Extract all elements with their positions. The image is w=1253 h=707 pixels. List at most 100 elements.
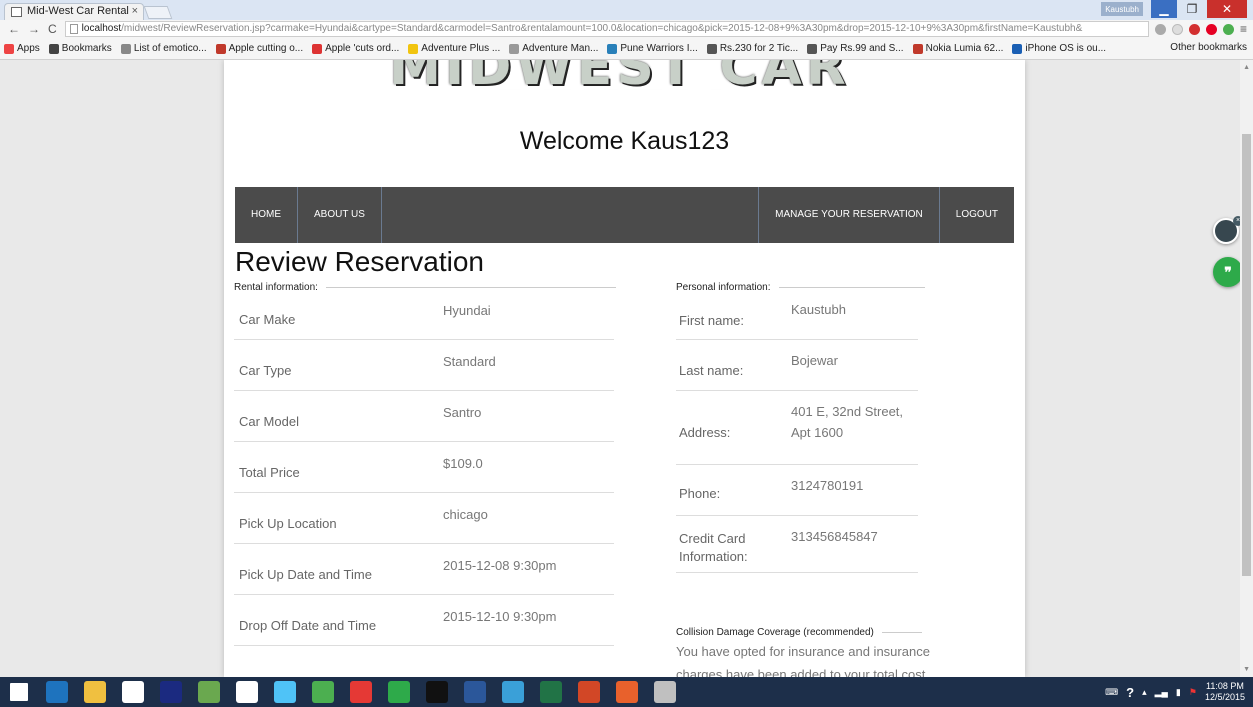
taskbar-app-icon[interactable]	[494, 677, 532, 707]
other-bookmarks[interactable]: Other bookmarks	[1170, 42, 1247, 53]
bookmark-item[interactable]: Pay Rs.99 and S...	[807, 43, 904, 54]
scrollbar-thumb[interactable]	[1242, 134, 1251, 576]
section-divider	[778, 287, 925, 288]
search-icon[interactable]	[1154, 23, 1166, 35]
bookmark-item[interactable]: Apple 'cuts ord...	[312, 43, 399, 54]
nav-buttons: ← → C	[0, 22, 65, 36]
bookmark-item[interactable]: Adventure Plus ...	[408, 43, 500, 54]
flag-icon[interactable]: ⚑	[1189, 687, 1197, 698]
start-button[interactable]	[0, 677, 38, 707]
taskbar-app-icon[interactable]	[76, 677, 114, 707]
adblock-icon[interactable]	[1188, 23, 1200, 35]
field-label: Car Type	[239, 363, 292, 378]
scroll-up-icon[interactable]: ▲	[1243, 64, 1250, 71]
taskbar-app-icon[interactable]	[342, 677, 380, 707]
keyboard-icon[interactable]: ⌨	[1105, 687, 1118, 698]
bookmark-item[interactable]: Rs.230 for 2 Tic...	[706, 43, 798, 54]
section-divider	[881, 632, 922, 633]
reload-icon[interactable]: C	[48, 22, 57, 36]
nav-home[interactable]: HOME	[235, 187, 298, 243]
taskbar-app-icon[interactable]	[38, 677, 76, 707]
bookmark-item[interactable]: Apps	[4, 43, 40, 54]
url-input[interactable]: localhost/midwest/ReviewReservation.jsp?…	[64, 21, 1149, 37]
back-arrow-icon[interactable]: ←	[8, 22, 20, 36]
bookmark-item[interactable]: iPhone OS is ou...	[1012, 43, 1106, 54]
taskbar-app-icon[interactable]	[456, 677, 494, 707]
nav-about[interactable]: ABOUT US	[298, 187, 382, 243]
signal-icon[interactable]: ▂▄	[1155, 687, 1168, 698]
site-logo: MIDWEST CAR RENTAL	[389, 60, 850, 90]
bookmark-item[interactable]: List of emotico...	[120, 43, 207, 54]
new-tab-button[interactable]	[143, 6, 173, 19]
app-glyph	[464, 681, 486, 703]
clock[interactable]: 11:08 PM 12/5/2015	[1205, 681, 1245, 703]
battery-icon[interactable]: ▮	[1176, 687, 1181, 698]
browser-tab-bar: Mid-West Car Rental × Kaustubh ▁ ❐ ✕	[0, 0, 1253, 20]
personal-field-row: Address: 401 E, 32nd Street, Apt 1600	[676, 391, 918, 465]
bookmark-item[interactable]: Pune Warriors I...	[607, 43, 698, 54]
help-icon[interactable]: ?	[1126, 685, 1134, 700]
rental-field-row: Pick Up Location chicago	[234, 493, 614, 544]
app-glyph	[578, 681, 600, 703]
bookmark-label: Pune Warriors I...	[620, 43, 698, 54]
taskbar-app-icon[interactable]	[266, 677, 304, 707]
field-value: Kaustubh	[791, 302, 846, 317]
nav-logout[interactable]: LOGOUT	[940, 187, 1014, 243]
bookmark-item[interactable]: Adventure Man...	[509, 43, 598, 54]
page-icon	[69, 24, 78, 34]
app-glyph	[312, 681, 334, 703]
pinterest-icon[interactable]	[1205, 23, 1217, 35]
tray-arrow-icon[interactable]: ▴	[1142, 687, 1147, 698]
app-glyph	[122, 681, 144, 703]
forward-arrow-icon[interactable]: →	[28, 22, 40, 36]
bookmark-item[interactable]: Apple cutting o...	[215, 43, 304, 54]
tab-close-icon[interactable]: ×	[132, 4, 138, 19]
taskbar-app-icon[interactable]	[228, 677, 266, 707]
coverage-section-text: Collision Damage Coverage (recommended)	[676, 627, 874, 638]
maximize-icon[interactable]: ❐	[1179, 0, 1205, 18]
taskbar-app-icon[interactable]	[608, 677, 646, 707]
personal-field-row: Phone: 3124780191	[676, 465, 918, 516]
star-icon[interactable]	[1171, 23, 1183, 35]
menu-icon[interactable]: ≡	[1240, 23, 1247, 35]
bookmark-item[interactable]: Bookmarks	[48, 43, 112, 54]
bookmark-label: Apple cutting o...	[228, 43, 304, 54]
minimize-icon[interactable]: ▁	[1151, 0, 1177, 18]
bookmark-item[interactable]: Nokia Lumia 62...	[912, 43, 1004, 54]
nav-spacer	[382, 187, 760, 243]
play-extension-icon[interactable]	[1222, 23, 1234, 35]
bookmark-label: Adventure Man...	[522, 43, 599, 54]
system-tray: ⌨ ? ▴ ▂▄ ▮ ⚑ 11:08 PM 12/5/2015	[1105, 677, 1253, 707]
taskbar-app-icon[interactable]	[570, 677, 608, 707]
taskbar-app-icon[interactable]	[114, 677, 152, 707]
taskbar-app-icon[interactable]	[380, 677, 418, 707]
clock-time: 11:08 PM	[1206, 681, 1244, 691]
bookmark-label: Nokia Lumia 62...	[925, 43, 1004, 54]
taskbar-app-icon[interactable]	[646, 677, 684, 707]
app-glyph	[654, 681, 676, 703]
quote-icon[interactable]: ❞	[1213, 257, 1243, 287]
taskbar-app-icon[interactable]	[418, 677, 456, 707]
field-value: Standard	[443, 354, 496, 369]
taskbar-app-icon[interactable]	[532, 677, 570, 707]
close-window-icon[interactable]: ✕	[1207, 0, 1247, 18]
bookmark-favicon-icon	[408, 43, 419, 54]
scroll-down-icon[interactable]: ▼	[1243, 666, 1250, 673]
browser-tab[interactable]: Mid-West Car Rental ×	[4, 3, 144, 20]
url-host: localhost	[81, 23, 122, 34]
taskbar-app-icon[interactable]	[304, 677, 342, 707]
tab-title: Mid-West Car Rental	[27, 5, 129, 17]
app-glyph	[388, 681, 410, 703]
rental-field-row: Car Model Santro	[234, 391, 614, 442]
rental-field-row: Drop Off Date and Time 2015-12-10 9:30pm	[234, 595, 614, 646]
nav-manage-reservation[interactable]: MANAGE YOUR RESERVATION	[759, 187, 940, 243]
taskbar-app-icon[interactable]	[152, 677, 190, 707]
taskbar-app-icon[interactable]	[190, 677, 228, 707]
profile-button[interactable]: Kaustubh	[1101, 2, 1143, 16]
app-glyph	[84, 681, 106, 703]
rental-field-row: Car Make Hyundai	[234, 289, 614, 340]
vertical-scrollbar[interactable]: ▲ ▼	[1240, 60, 1253, 677]
rental-field-row: Car Type Standard	[234, 340, 614, 391]
bookmark-label: Apps	[17, 43, 40, 54]
app-glyph	[160, 681, 182, 703]
